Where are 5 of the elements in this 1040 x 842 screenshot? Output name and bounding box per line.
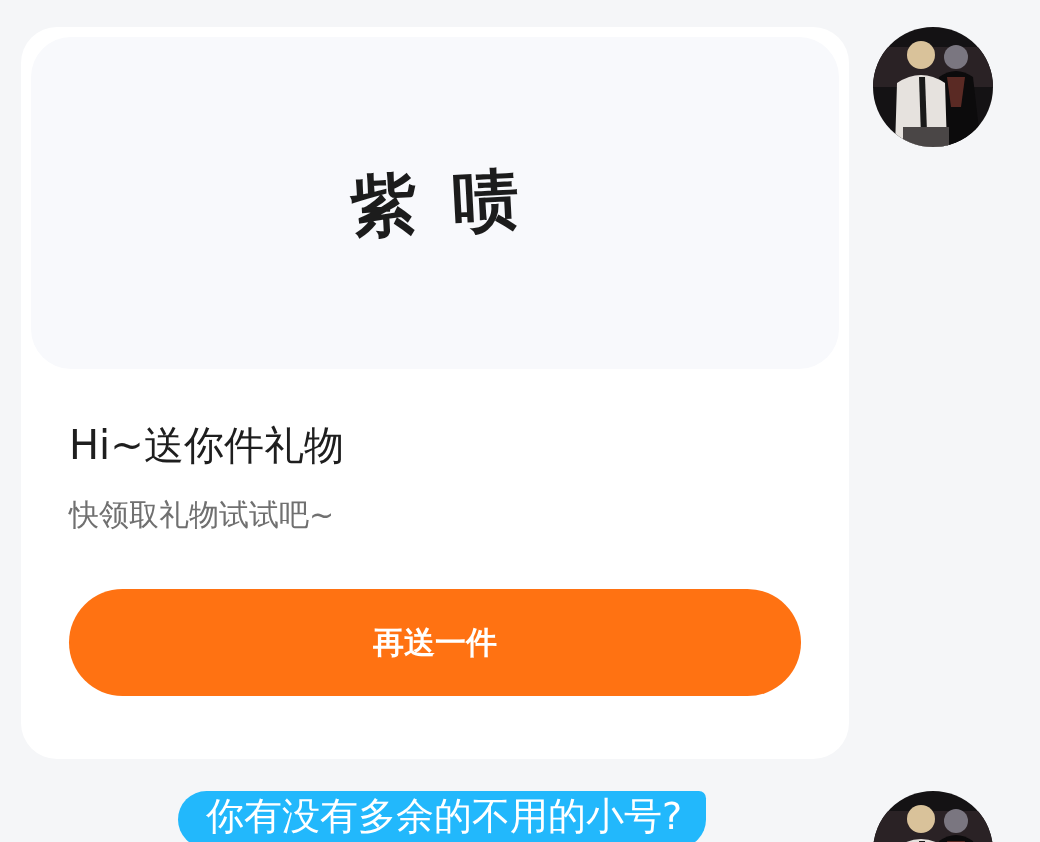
gift-title: Hi~送你件礼物 — [69, 421, 345, 470]
send-again-button[interactable]: 再送一件 — [69, 589, 801, 696]
message-bubble: 你有没有多余的不用的小号? — [178, 791, 707, 842]
gift-subtitle: 快领取礼物试试吧~ — [69, 496, 336, 534]
gift-name: 紫啧 — [348, 157, 558, 249]
